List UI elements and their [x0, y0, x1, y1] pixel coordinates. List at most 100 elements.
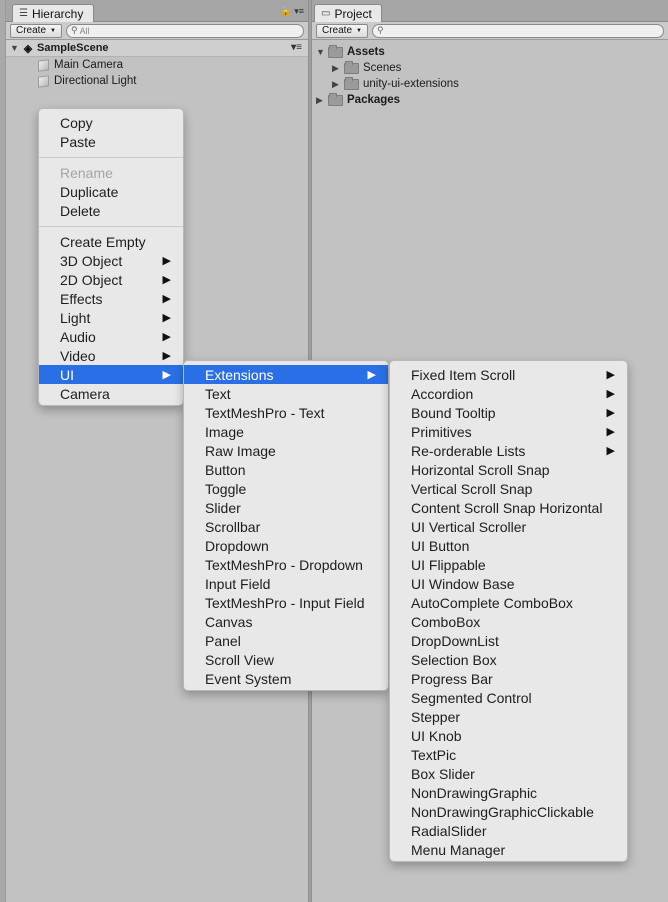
menu-item-camera[interactable]: Camera: [39, 384, 183, 403]
menu-item-selection-box[interactable]: Selection Box: [390, 650, 627, 669]
hierarchy-item-label: Directional Light: [54, 75, 137, 87]
menu-item-radialslider[interactable]: RadialSlider: [390, 821, 627, 840]
menu-item-textmeshpro-text[interactable]: TextMeshPro - Text: [184, 403, 388, 422]
menu-item-horizontal-scroll-snap[interactable]: Horizontal Scroll Snap: [390, 460, 627, 479]
menu-item-nondrawinggraphicclickable[interactable]: NonDrawingGraphicClickable: [390, 802, 627, 821]
expand-triangle-icon[interactable]: ▼: [316, 47, 328, 57]
menu-item-extensions[interactable]: Extensions ▶: [184, 365, 388, 384]
menu-item-primitives[interactable]: Primitives ▶: [390, 422, 627, 441]
project-create-button[interactable]: Create ▼: [316, 23, 368, 38]
hierarchy-create-button[interactable]: Create ▼: [10, 23, 62, 38]
menu-item-audio[interactable]: Audio ▶: [39, 327, 183, 346]
extensions-submenu: Fixed Item Scroll ▶ Accordion ▶ Bound Toolti…: [389, 360, 628, 862]
menu-item-panel[interactable]: Panel: [184, 631, 388, 650]
project-search-input[interactable]: ⚲: [371, 23, 664, 38]
context-menu-create-group: Create Empty 3D Object ▶ 2D Object ▶ Effects ▶…: [39, 232, 183, 403]
menu-item-paste[interactable]: Paste: [39, 132, 183, 151]
menu-item-textmeshpro-dropdown[interactable]: TextMeshPro - Dropdown: [184, 555, 388, 574]
menu-item-ui-knob[interactable]: UI Knob: [390, 726, 627, 745]
submenu-arrow-icon: ▶: [162, 312, 171, 324]
menu-item-create-empty[interactable]: Create Empty: [39, 232, 183, 251]
menu-item-label: Vertical Scroll Snap: [411, 480, 533, 497]
menu-item-canvas[interactable]: Canvas: [184, 612, 388, 631]
menu-item-button[interactable]: Button: [184, 460, 388, 479]
menu-item-effects[interactable]: Effects ▶: [39, 289, 183, 308]
menu-item-menu-manager[interactable]: Menu Manager: [390, 840, 627, 859]
menu-item-accordion[interactable]: Accordion ▶: [390, 384, 627, 403]
collapsed-triangle-icon[interactable]: ▶: [332, 63, 344, 74]
menu-item-box-slider[interactable]: Box Slider: [390, 764, 627, 783]
tree-item-packages[interactable]: ▶ Packages: [312, 92, 668, 108]
menu-item-label: Delete: [60, 202, 101, 219]
search-icon: ⚲: [70, 25, 78, 35]
menu-item-event-system[interactable]: Event System: [184, 669, 388, 688]
folder-icon: [344, 76, 359, 90]
menu-item-label: Content Scroll Snap Horizontal: [411, 499, 603, 516]
menu-item-ui-window-base[interactable]: UI Window Base: [390, 574, 627, 593]
menu-item-nondrawinggraphic[interactable]: NonDrawingGraphic: [390, 783, 627, 802]
menu-item-text[interactable]: Text: [184, 384, 388, 403]
hierarchy-create-label: Create: [16, 25, 47, 36]
tab-project[interactable]: ▭ Project: [314, 4, 382, 22]
menu-item-label: Event System: [205, 670, 292, 687]
hierarchy-item-directional-light[interactable]: Directional Light: [6, 73, 308, 89]
tree-item-scenes[interactable]: ▶ Scenes: [312, 60, 668, 76]
menu-item-dropdown[interactable]: Dropdown: [184, 536, 388, 555]
collapsed-triangle-icon[interactable]: ▶: [316, 95, 328, 106]
menu-item-stepper[interactable]: Stepper: [390, 707, 627, 726]
submenu-arrow-icon: ▶: [162, 350, 171, 362]
menu-item-content-scroll-snap-horizontal[interactable]: Content Scroll Snap Horizontal: [390, 498, 627, 517]
panel-menu-icon[interactable]: ▾≡: [294, 6, 304, 17]
tree-item-label: Assets: [347, 46, 385, 58]
menu-item-combobox[interactable]: ComboBox: [390, 612, 627, 631]
tree-item-assets[interactable]: ▼ Assets: [312, 44, 668, 60]
menu-item-textmeshpro-input-field[interactable]: TextMeshPro - Input Field: [184, 593, 388, 612]
menu-item-light[interactable]: Light ▶: [39, 308, 183, 327]
menu-item-copy[interactable]: Copy: [39, 113, 183, 132]
menu-item-re-orderable-lists[interactable]: Re-orderable Lists ▶: [390, 441, 627, 460]
tab-hierarchy[interactable]: ☰ Hierarchy: [12, 4, 94, 22]
hierarchy-search-input[interactable]: ⚲ All: [65, 23, 304, 38]
menu-item-label: Panel: [205, 632, 241, 649]
menu-item-toggle[interactable]: Toggle: [184, 479, 388, 498]
menu-item-dropdownlist[interactable]: DropDownList: [390, 631, 627, 650]
menu-item-video[interactable]: Video ▶: [39, 346, 183, 365]
collapsed-triangle-icon[interactable]: ▶: [332, 79, 344, 90]
menu-item-vertical-scroll-snap[interactable]: Vertical Scroll Snap: [390, 479, 627, 498]
lock-icon[interactable]: 🔒: [280, 6, 291, 17]
submenu-arrow-icon: ▶: [606, 407, 615, 419]
menu-item-autocomplete-combobox[interactable]: AutoComplete ComboBox: [390, 593, 627, 612]
menu-item-delete[interactable]: Delete: [39, 201, 183, 220]
menu-item-label: Text: [205, 385, 231, 402]
menu-item-label: DropDownList: [411, 632, 499, 649]
menu-item-progress-bar[interactable]: Progress Bar: [390, 669, 627, 688]
tree-item-unity-ui-extensions[interactable]: ▶ unity-ui-extensions: [312, 76, 668, 92]
menu-item-ui-vertical-scroller[interactable]: UI Vertical Scroller: [390, 517, 627, 536]
menu-item-duplicate[interactable]: Duplicate: [39, 182, 183, 201]
hierarchy-item-main-camera[interactable]: Main Camera: [6, 57, 308, 73]
gameobject-icon: [38, 58, 49, 72]
menu-item-segmented-control[interactable]: Segmented Control: [390, 688, 627, 707]
menu-item-2d-object[interactable]: 2D Object ▶: [39, 270, 183, 289]
menu-item-ui[interactable]: UI ▶: [39, 365, 183, 384]
menu-item-image[interactable]: Image: [184, 422, 388, 441]
tab-project-label: Project: [334, 6, 372, 21]
menu-item-label: Selection Box: [411, 651, 497, 668]
menu-item-bound-tooltip[interactable]: Bound Tooltip ▶: [390, 403, 627, 422]
menu-item-input-field[interactable]: Input Field: [184, 574, 388, 593]
menu-item-textpic[interactable]: TextPic: [390, 745, 627, 764]
menu-item-ui-button[interactable]: UI Button: [390, 536, 627, 555]
menu-item-label: TextPic: [411, 746, 457, 763]
scene-row[interactable]: ▼ ◈ SampleScene ▾≡: [6, 40, 308, 57]
menu-item-slider[interactable]: Slider: [184, 498, 388, 517]
menu-item-scrollbar[interactable]: Scrollbar: [184, 517, 388, 536]
menu-item-raw-image[interactable]: Raw Image: [184, 441, 388, 460]
menu-item-scroll-view[interactable]: Scroll View: [184, 650, 388, 669]
menu-item-label: Camera: [60, 385, 110, 402]
expand-triangle-icon[interactable]: ▼: [10, 43, 22, 53]
scene-menu-icon[interactable]: ▾≡: [291, 42, 302, 53]
menu-item-ui-flippable[interactable]: UI Flippable: [390, 555, 627, 574]
menu-item-fixed-item-scroll[interactable]: Fixed Item Scroll ▶: [390, 365, 627, 384]
menu-item-3d-object[interactable]: 3D Object ▶: [39, 251, 183, 270]
menu-item-label: Slider: [205, 499, 241, 516]
